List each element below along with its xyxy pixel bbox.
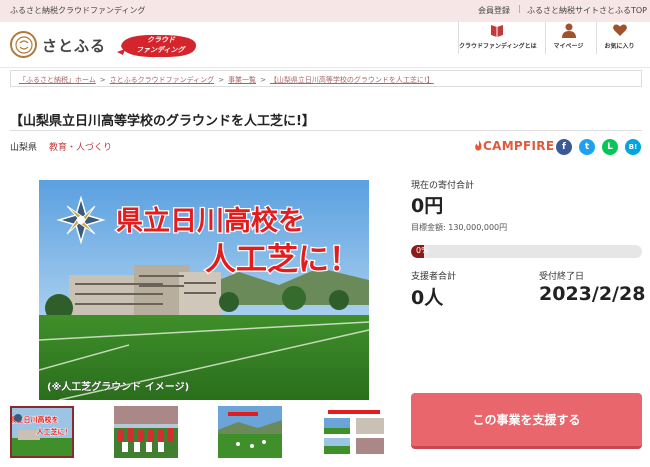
- thumbnail-1[interactable]: 県立日川高校を 人工芝に！: [10, 406, 74, 458]
- title-divider: [10, 130, 642, 131]
- book-icon: [490, 25, 503, 37]
- thumbnail-2[interactable]: [114, 406, 178, 458]
- funding-progress-bar: 0%: [411, 245, 642, 258]
- nav-favorites[interactable]: お気に入り: [596, 22, 642, 54]
- nav-label-mypage: マイページ: [553, 43, 584, 50]
- thumbnail-4[interactable]: [322, 406, 386, 458]
- deadline-date: 2023/2/28: [539, 283, 646, 305]
- site-header: さとふる クラウド ファンディング クラウドファンディングとは マイページ お気…: [0, 22, 650, 68]
- logo-mark-icon[interactable]: [10, 31, 37, 58]
- nav-label-about: クラウドファンディングとは: [459, 43, 537, 50]
- supporters-count: 0人: [411, 287, 444, 309]
- separator: |: [518, 4, 521, 13]
- line-glyph: L: [607, 142, 613, 152]
- hero-headline-1: 県立日川高校を: [116, 205, 305, 237]
- campfire-logo[interactable]: CAMPFIRE: [474, 139, 554, 153]
- breadcrumb-separator: >: [99, 76, 106, 84]
- hatena-icon[interactable]: B!: [625, 139, 641, 155]
- prefecture-label: 山梨県: [10, 143, 38, 153]
- site-tagline: ふるさと納税クラウドファンディング: [10, 6, 146, 15]
- current-total-label: 現在の寄付合計: [411, 181, 475, 191]
- breadcrumb-projects[interactable]: 事業一覧: [228, 76, 256, 84]
- crowdfunding-badge[interactable]: クラウド ファンディング: [117, 32, 199, 60]
- hero-caption: (※人工芝グラウンド イメージ): [47, 380, 189, 393]
- breadcrumb-separator: >: [218, 76, 225, 84]
- line-icon[interactable]: L: [602, 139, 618, 155]
- campfire-text: CAMPFIRE: [483, 139, 555, 153]
- satofull-top-link[interactable]: ふるさと納税サイトさとふるTOP: [527, 5, 647, 16]
- twitter-glyph: t: [584, 142, 590, 152]
- breadcrumb-crowdfunding[interactable]: さとふるクラウドファンディング: [110, 76, 215, 84]
- badge-line-2: ファンディング: [136, 46, 185, 54]
- hatena-glyph: B!: [628, 143, 638, 151]
- top-bar: ふるさと納税クラウドファンディング 会員登録 | ふるさと納税サイトさとふるTO…: [0, 0, 650, 22]
- page-title: 【山梨県立日川高等学校のグラウンドを人工芝に!】: [10, 114, 315, 129]
- nav-mypage[interactable]: マイページ: [545, 22, 591, 54]
- logo-text[interactable]: さとふる: [42, 35, 106, 56]
- support-project-button[interactable]: この事業を支援する: [411, 393, 642, 449]
- breadcrumb-current[interactable]: 【山梨県立日川高等学校のグラウンドを人工芝に!】: [270, 76, 434, 84]
- category-link[interactable]: 教育・人づくり: [49, 140, 112, 153]
- breadcrumb-separator: >: [260, 76, 266, 84]
- thumbnail-3[interactable]: [218, 406, 282, 458]
- facebook-glyph: f: [562, 142, 566, 152]
- supporters-label: 支援者合計: [411, 272, 457, 282]
- project-hero-image: 県立日川高校を 人工芝に！ (※人工芝グラウンド イメージ): [39, 180, 369, 400]
- heart-icon: [612, 24, 627, 36]
- badge-line-1: クラウド: [147, 36, 175, 44]
- deadline-label: 受付終了日: [539, 272, 585, 282]
- breadcrumb: 「ふるさと納税」ホーム > さとふるクラウドファンディング > 事業一覧 > 【山梨県立日川…: [10, 70, 642, 87]
- flame-icon: [475, 140, 482, 151]
- hero-headline-2: 人工芝に！: [205, 242, 360, 278]
- nav-label-favorites: お気に入り: [604, 43, 635, 50]
- target-amount: 目標金額: 130,000,000円: [411, 223, 508, 232]
- thumbnail-headline-2: 人工芝に！: [37, 427, 72, 436]
- current-total-amount: 0円: [411, 195, 444, 217]
- progress-text: 0%: [416, 246, 429, 255]
- breadcrumb-home[interactable]: 「ふるさと納税」ホーム: [19, 76, 96, 84]
- register-link[interactable]: 会員登録: [478, 5, 510, 16]
- facebook-icon[interactable]: f: [556, 139, 572, 155]
- nav-about-crowdfunding[interactable]: クラウドファンディングとは: [458, 22, 537, 54]
- twitter-icon[interactable]: t: [579, 139, 595, 155]
- user-icon: [561, 23, 576, 38]
